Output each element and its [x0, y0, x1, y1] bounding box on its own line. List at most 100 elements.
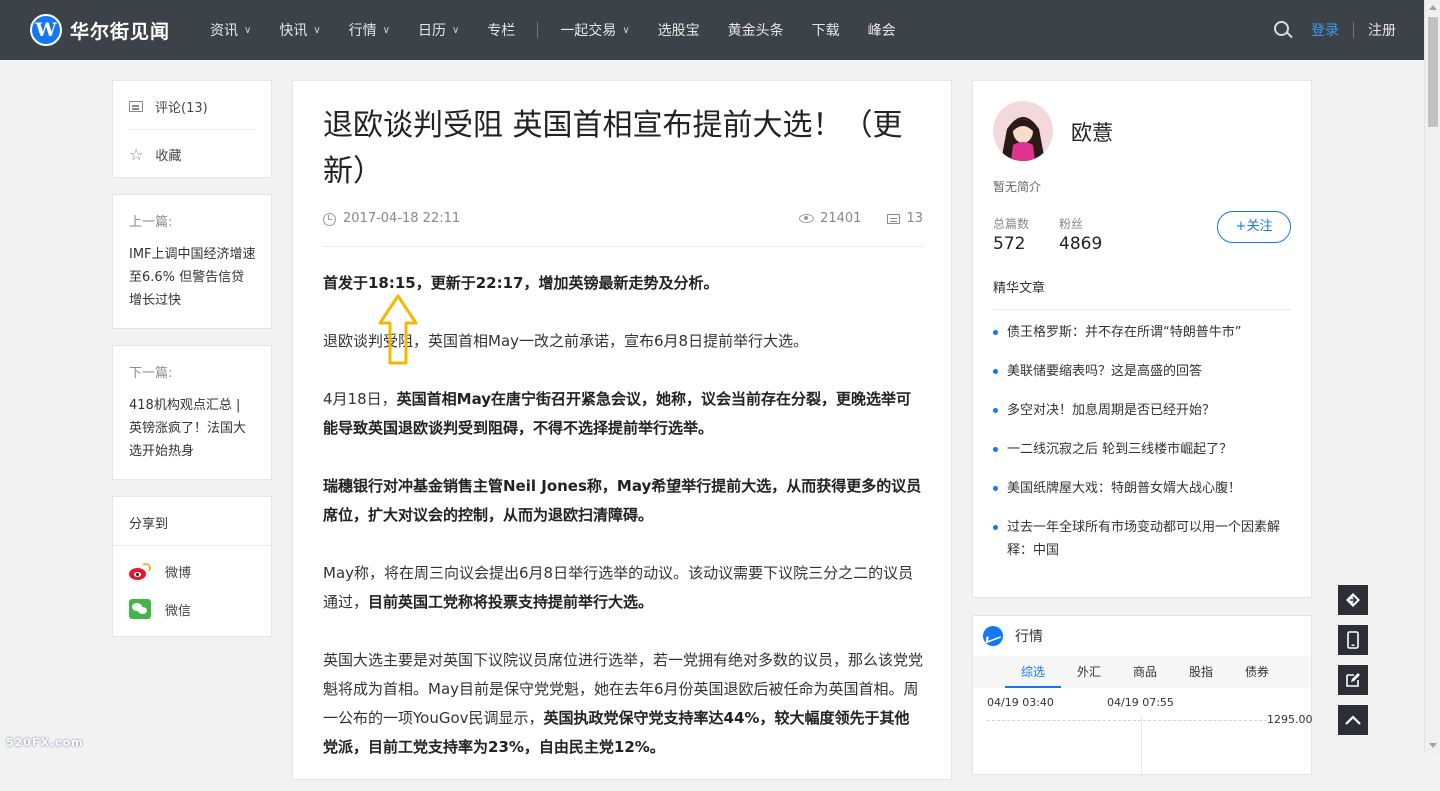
quote-time: 04/19 03:40 [987, 696, 1054, 709]
follow-button[interactable]: +关注 [1217, 211, 1291, 243]
share-weibo-label: 微博 [165, 566, 192, 581]
login-link[interactable]: 登录 [1311, 20, 1339, 40]
trend-up-icon [983, 626, 1003, 646]
nav-item-flash[interactable]: 快讯 ∨ [265, 20, 334, 40]
next-article-link[interactable]: 418机构观点汇总 | 英镑涨疯了！法国大选开始热身 [129, 394, 257, 463]
quick-trade-button[interactable] [1338, 585, 1368, 615]
author-avatar[interactable] [993, 101, 1053, 161]
featured-articles-heading: 精华文章 [993, 281, 1046, 296]
nav-label: 快讯 [279, 23, 308, 39]
clock-icon [323, 213, 336, 226]
diamond-arrow-icon [1346, 593, 1360, 607]
feedback-button[interactable] [1338, 665, 1368, 695]
annotation-arrow-icon [378, 294, 418, 365]
scroll-down-arrow-icon[interactable] [1429, 743, 1437, 748]
nav-label: 峰会 [867, 23, 896, 39]
mobile-app-button[interactable] [1338, 625, 1368, 655]
chart-gridline [987, 720, 1267, 721]
article-total-value: 572 [993, 234, 1026, 254]
nav-item-stock-picker[interactable]: 选股宝 [644, 20, 714, 40]
quote-time: 04/19 07:55 [1107, 696, 1174, 709]
comment-icon[interactable] [887, 213, 901, 224]
author-bio: 暂无简介 [993, 180, 1042, 194]
nav-divider [537, 22, 539, 38]
tab-indices[interactable]: 股指 [1173, 656, 1229, 688]
prev-article-card: 上一篇: IMF上调中国经济增速至6.6% 但警告信贷增长过快 [112, 194, 272, 329]
fans-label: 粉丝 [1059, 217, 1084, 231]
article-title: 退欧谈判受阻 英国首相宣布提前大选！（更新） [323, 108, 903, 189]
article-total-label: 总篇数 [993, 217, 1030, 231]
favorite-label: 收藏 [155, 149, 182, 164]
nav-item-trade-together[interactable]: 一起交易 ∨ [546, 20, 643, 40]
logo-badge-icon: W [30, 14, 62, 46]
site-name: 华尔街见闻 [70, 20, 171, 43]
register-link[interactable]: 注册 [1368, 20, 1396, 40]
bold-text: 瑞穗银行对冲基金销售主管Neil Jones称，May希望举行提前大选，从而获得… [323, 477, 922, 524]
nav-item-gold-headlines[interactable]: 黄金头条 [714, 20, 798, 40]
nav-label: 行情 [348, 23, 377, 39]
star-icon: ☆ [129, 144, 144, 164]
share-wechat-button[interactable]: 微信 [129, 599, 191, 619]
prev-article-label: 上一篇: [129, 215, 173, 230]
mobile-phone-icon [1347, 631, 1359, 649]
bold-text: 首发于18:15，更新于22:17，增加英镑最新走势及分析。 [323, 274, 719, 292]
prev-article-link[interactable]: IMF上调中国经济增速至6.6% 但警告信贷增长过快 [129, 243, 257, 312]
top-nav-bar: W 华尔街见闻 资讯 ∨ 快讯 ∨ 行情 ∨ 日历 ∨ 专栏 一起交易 ∨ 选股宝 黄金头… [0, 0, 1424, 60]
featured-article-link[interactable]: 过去一年全球所有市场变动都可以用一个因素解释：中国 [993, 516, 1293, 562]
featured-articles-list: 债王格罗斯：并不存在所谓“特朗普牛市” 美联储要缩表吗？这是高盛的回答 多空对决… [993, 321, 1293, 578]
market-mini-chart[interactable]: 1295.00 [973, 713, 1313, 776]
chevron-down-icon: ∨ [451, 24, 460, 36]
main-nav: 资讯 ∨ 快讯 ∨ 行情 ∨ 日历 ∨ 专栏 一起交易 ∨ 选股宝 黄金头条 下载 峰会 [196, 0, 910, 60]
featured-article-link[interactable]: 美联储要缩表吗？这是高盛的回答 [993, 360, 1293, 383]
article-paragraph: May称，将在周三向议会提出6月8日举行选举的动议。该动议需要下议院三分之二的议… [323, 559, 923, 617]
chevron-down-icon: ∨ [382, 24, 390, 36]
divider [993, 309, 1291, 310]
site-logo[interactable]: W 华尔街见闻 [30, 14, 170, 46]
article-paragraph: 4月18日，英国首相May在唐宁街召开紧急会议，她称，议会当前存在分裂，更晚选举… [323, 385, 923, 443]
nav-item-column[interactable]: 专栏 [473, 20, 529, 40]
next-article-card: 下一篇: 418机构观点汇总 | 英镑涨疯了！法国大选开始热身 [112, 345, 272, 480]
back-to-top-button[interactable] [1338, 705, 1368, 735]
views-eye-icon [799, 214, 815, 223]
page-scrollbar[interactable] [1424, 0, 1440, 753]
nav-item-download[interactable]: 下载 [798, 20, 854, 40]
share-weibo-button[interactable]: 微博 [129, 562, 191, 581]
nav-item-news[interactable]: 资讯 ∨ [196, 20, 265, 40]
view-count: 21401 [820, 211, 862, 226]
featured-article-link[interactable]: 一二线沉寂之后 轮到三线楼市崛起了？ [993, 438, 1293, 461]
comments-action[interactable]: 评论(13) [129, 97, 208, 116]
featured-article-link[interactable]: 美国纸牌屋大戏：特朗普女婿大战心腹！ [993, 477, 1293, 500]
fans-value: 4869 [1059, 234, 1103, 254]
comment-icon [129, 101, 143, 112]
nav-item-summit[interactable]: 峰会 [854, 20, 910, 40]
tab-composite[interactable]: 综选 [1005, 656, 1061, 688]
share-wechat-label: 微信 [165, 603, 192, 619]
comment-count[interactable]: 13 [906, 211, 923, 226]
comments-label: 评论(13) [155, 101, 208, 116]
chart-price-label: 1295.00 [1267, 713, 1313, 726]
nav-item-market[interactable]: 行情 ∨ [335, 20, 404, 40]
tab-bonds[interactable]: 债券 [1229, 656, 1285, 688]
article-stats: 21401 13 [799, 211, 923, 226]
market-widget: 行情 综选 外汇 商品 股指 债券 04/19 03:40 04/19 07:5… [972, 615, 1313, 776]
nav-item-calendar[interactable]: 日历 ∨ [404, 20, 473, 40]
nav-label: 黄金头条 [727, 23, 784, 39]
featured-article-link[interactable]: 多空对决！加息周期是否已经开始？ [993, 399, 1293, 422]
author-name[interactable]: 欧薏 [1071, 117, 1113, 147]
nav-label: 资讯 [210, 23, 238, 39]
nav-label: 日历 [417, 23, 446, 39]
article-panel: 退欧谈判受阻 英国首相宣布提前大选！（更新） 2017-04-18 22:11 … [292, 80, 952, 780]
featured-article-link[interactable]: 债王格罗斯：并不存在所谓“特朗普牛市” [993, 321, 1293, 344]
search-icon[interactable] [1273, 20, 1293, 40]
nav-label: 下载 [811, 23, 840, 39]
favorite-action[interactable]: ☆ 收藏 [129, 145, 181, 164]
market-tabs: 综选 外汇 商品 股指 债券 [973, 656, 1311, 688]
wechat-icon [129, 599, 151, 619]
weibo-icon [129, 562, 151, 581]
scroll-up-arrow-icon[interactable] [1429, 5, 1437, 10]
nav-divider [1353, 22, 1354, 38]
scrollbar-thumb[interactable] [1428, 17, 1438, 127]
watermark-logo: 520FX.com [6, 736, 84, 749]
tab-forex[interactable]: 外汇 [1061, 656, 1117, 688]
tab-commodities[interactable]: 商品 [1117, 656, 1173, 688]
